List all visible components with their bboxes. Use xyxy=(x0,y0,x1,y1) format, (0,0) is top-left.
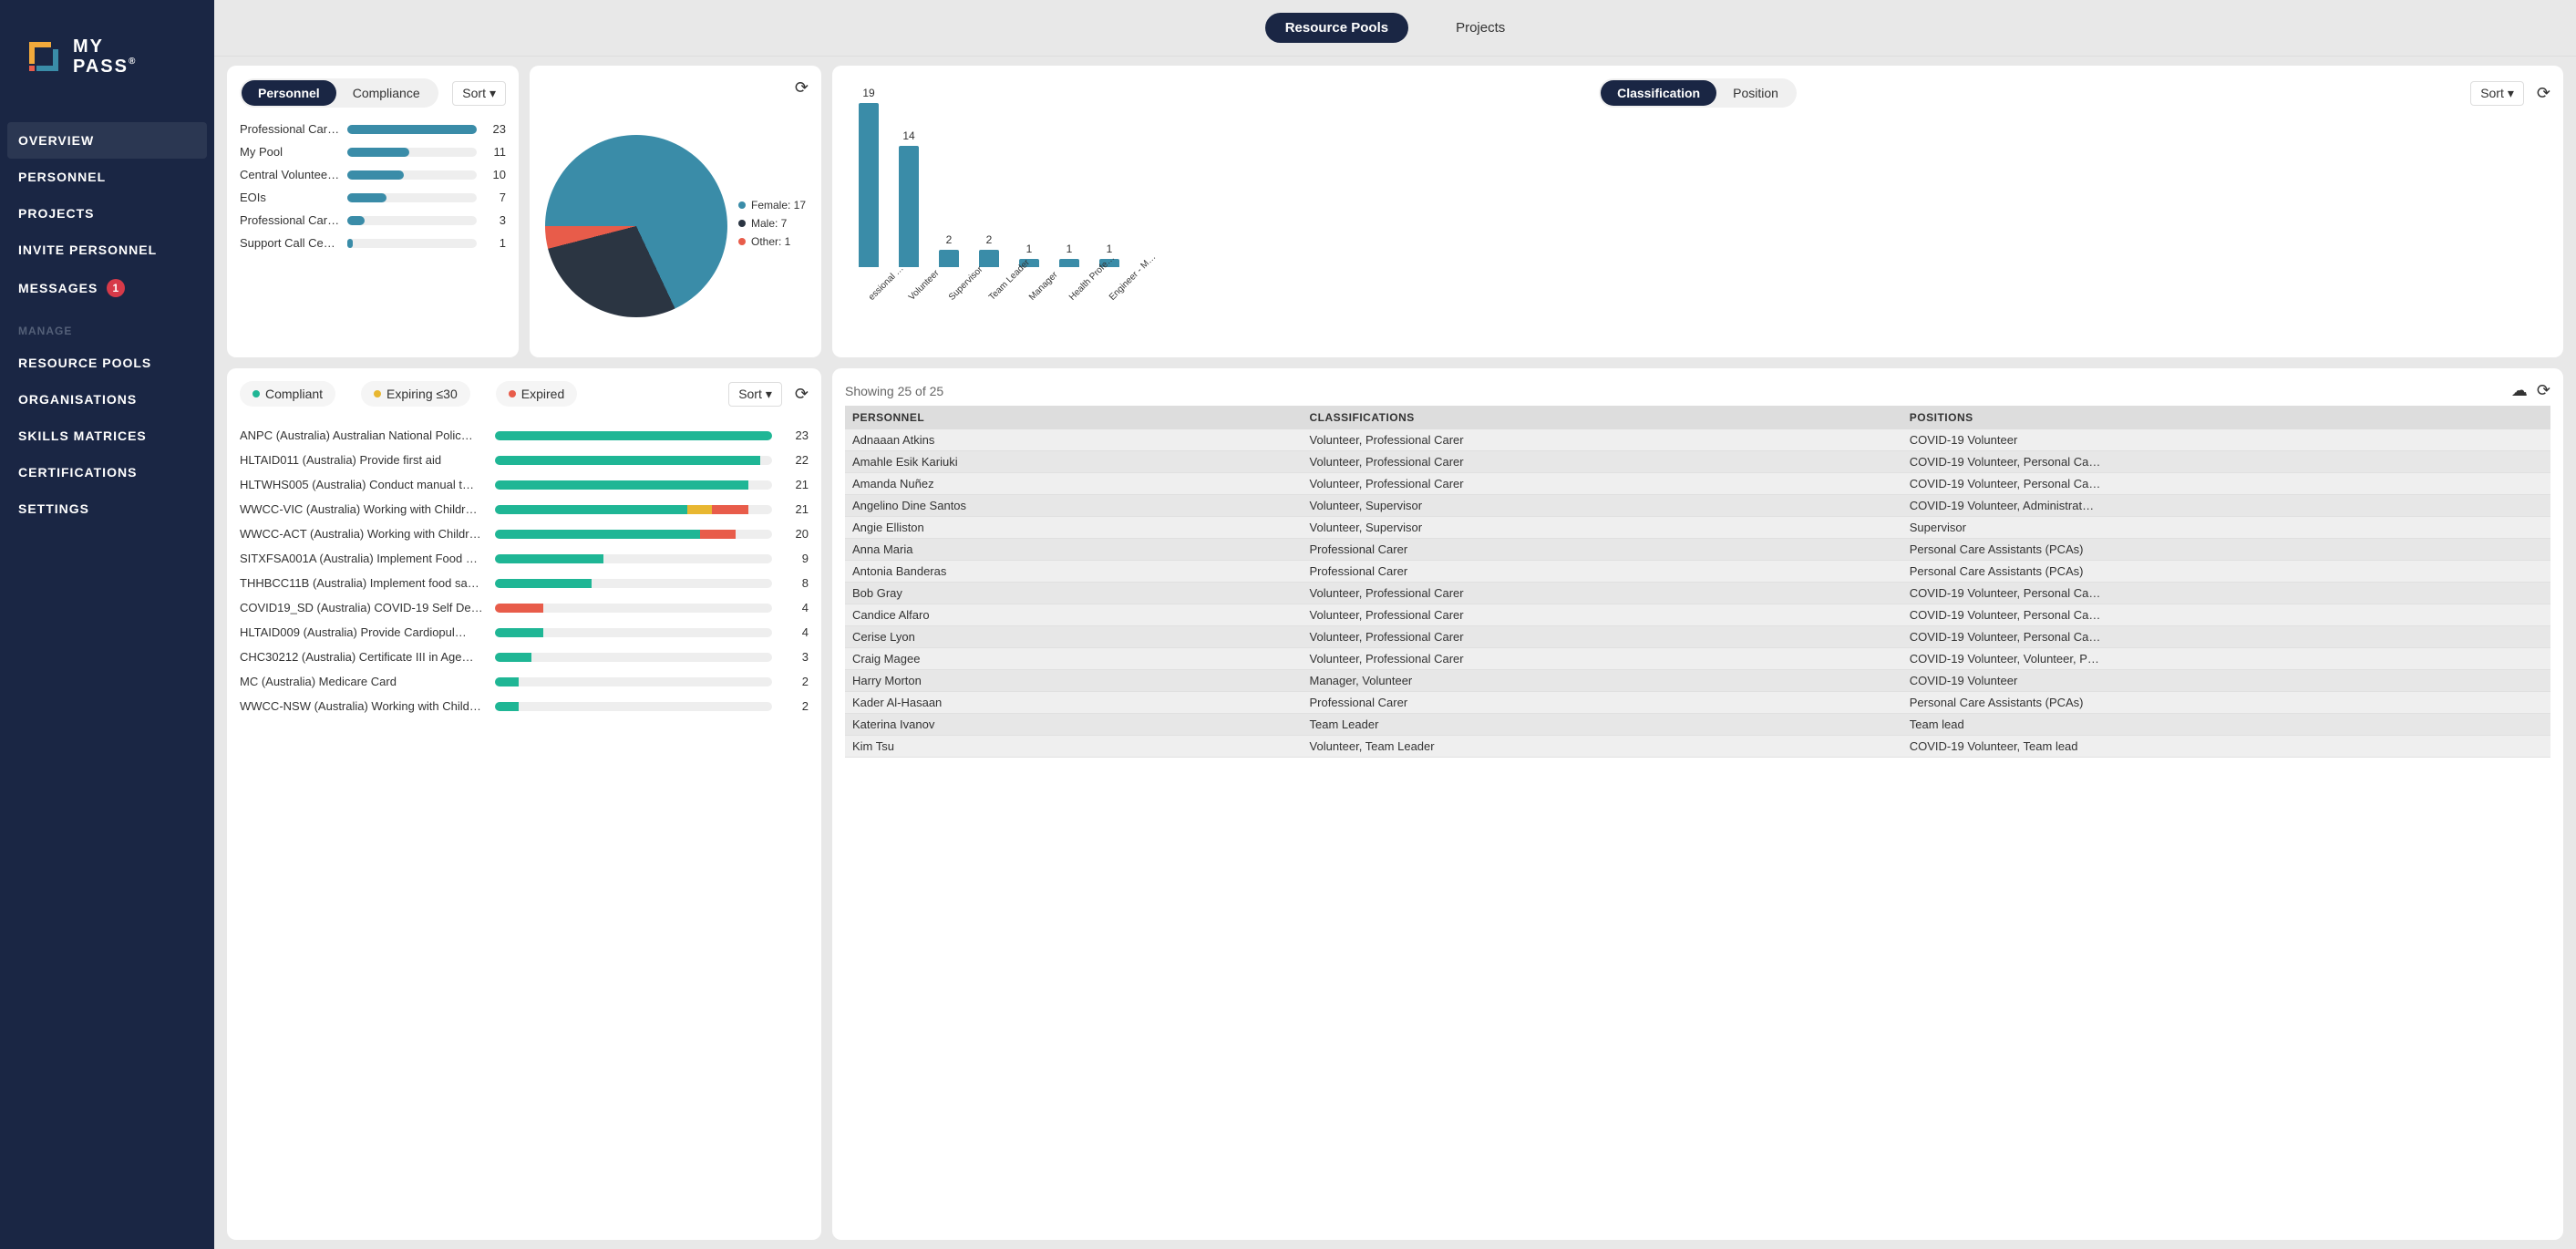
nav-resource-pools[interactable]: RESOURCE POOLS xyxy=(0,345,214,381)
nav-messages[interactable]: MESSAGES1 xyxy=(0,268,214,308)
topbar: Resource Pools Projects xyxy=(214,0,2576,57)
personnel-table: PERSONNELCLASSIFICATIONSPOSITIONS Adnaaa… xyxy=(845,406,2550,758)
pool-value: 10 xyxy=(484,168,506,181)
pool-row[interactable]: Support Call Ce… 1 xyxy=(240,236,506,250)
sort-button[interactable]: Sort▾ xyxy=(452,81,506,106)
pool-label: EOIs xyxy=(240,191,340,204)
compliance-row[interactable]: HLTAID009 (Australia) Provide Cardiopul…… xyxy=(240,620,809,645)
compliance-row[interactable]: THHBCC11B (Australia) Implement food sa…… xyxy=(240,571,809,595)
tab-projects[interactable]: Projects xyxy=(1436,13,1525,43)
refresh-icon[interactable]: ⟳ xyxy=(795,385,809,404)
col-classifications[interactable]: CLASSIFICATIONS xyxy=(1303,406,1902,429)
toggle-compliance[interactable]: Compliance xyxy=(336,80,437,106)
compliance-row[interactable]: WWCC-NSW (Australia) Working with Child…… xyxy=(240,694,809,718)
nav-skills-matrices[interactable]: SKILLS MATRICES xyxy=(0,418,214,454)
col-personnel[interactable]: PERSONNEL xyxy=(845,406,1303,429)
logo-icon xyxy=(26,38,62,75)
legend-item: Female: 17 xyxy=(738,199,806,212)
pool-label: Central Voluntee… xyxy=(240,168,340,181)
nav-organisations[interactable]: ORGANISATIONS xyxy=(0,381,214,418)
nav-projects[interactable]: PROJECTS xyxy=(0,195,214,232)
col-positions[interactable]: POSITIONS xyxy=(1902,406,2550,429)
nav-section-manage: MANAGE xyxy=(0,308,214,345)
chevron-down-icon: ▾ xyxy=(766,387,772,402)
nav-overview[interactable]: OVERVIEW xyxy=(7,122,207,159)
card-compliance: Compliant Expiring ≤30 Expired Sort▾ ⟳ A… xyxy=(227,368,821,1240)
legend-item: Other: 1 xyxy=(738,235,806,248)
download-icon[interactable]: ☁ xyxy=(2511,381,2528,400)
legend-compliant: Compliant xyxy=(240,381,335,407)
legend-expired: Expired xyxy=(496,381,577,407)
nav-settings[interactable]: SETTINGS xyxy=(0,490,214,527)
pool-value: 23 xyxy=(484,122,506,136)
pool-value: 1 xyxy=(484,236,506,250)
sidebar: MY PASS® OVERVIEWPERSONNELPROJECTSINVITE… xyxy=(0,0,214,1249)
compliance-row[interactable]: HLTAID011 (Australia) Provide first aid2… xyxy=(240,448,809,472)
bar-col: 2Supervisor xyxy=(934,233,963,299)
refresh-icon[interactable]: ⟳ xyxy=(2537,381,2550,400)
table-row[interactable]: Angelino Dine SantosVolunteer, Superviso… xyxy=(845,495,2550,517)
table-row[interactable]: Adnaaan AtkinsVolunteer, Professional Ca… xyxy=(845,429,2550,451)
pool-row[interactable]: Professional Car… 3 xyxy=(240,213,506,227)
bar-col: 1Health Profe… xyxy=(1055,243,1084,299)
logo: MY PASS® xyxy=(0,36,214,122)
sort-button[interactable]: Sort▾ xyxy=(728,382,782,407)
pool-row[interactable]: My Pool 11 xyxy=(240,145,506,159)
pool-label: Professional Car… xyxy=(240,122,340,136)
toggle-position[interactable]: Position xyxy=(1716,80,1795,106)
pool-label: My Pool xyxy=(240,145,340,159)
pool-value: 7 xyxy=(484,191,506,204)
table-row[interactable]: Cerise LyonVolunteer, Professional Carer… xyxy=(845,626,2550,648)
table-row[interactable]: Harry MortonManager, VolunteerCOVID-19 V… xyxy=(845,670,2550,692)
logo-text: MY PASS® xyxy=(73,36,137,77)
compliance-row[interactable]: WWCC-ACT (Australia) Working with Childr… xyxy=(240,521,809,546)
refresh-icon[interactable]: ⟳ xyxy=(2537,84,2550,103)
card-gender: ⟳ Female: 17 Male: 7 Other: 1 xyxy=(530,66,821,357)
pool-label: Professional Car… xyxy=(240,213,340,227)
compliance-row[interactable]: MC (Australia) Medicare Card2 xyxy=(240,669,809,694)
toggle-personnel[interactable]: Personnel xyxy=(242,80,336,106)
table-row[interactable]: Bob GrayVolunteer, Professional CarerCOV… xyxy=(845,583,2550,604)
table-row[interactable]: Amanda NuñezVolunteer, Professional Care… xyxy=(845,473,2550,495)
chevron-down-icon: ▾ xyxy=(2508,86,2514,101)
table-row[interactable]: Amahle Esik KariukiVolunteer, Profession… xyxy=(845,451,2550,473)
table-row[interactable]: Kim TsuVolunteer, Team LeaderCOVID-19 Vo… xyxy=(845,736,2550,758)
badge: 1 xyxy=(107,279,125,297)
table-row[interactable]: Anna MariaProfessional CarerPersonal Car… xyxy=(845,539,2550,561)
compliance-row[interactable]: HLTWHS005 (Australia) Conduct manual t…2… xyxy=(240,472,809,497)
compliance-row[interactable]: SITXFSA001A (Australia) Implement Food …… xyxy=(240,546,809,571)
table-row[interactable]: Kader Al-HasaanProfessional CarerPersona… xyxy=(845,692,2550,714)
pool-value: 11 xyxy=(484,145,506,159)
nav-personnel[interactable]: PERSONNEL xyxy=(0,159,214,195)
pool-row[interactable]: Professional Car… 23 xyxy=(240,122,506,136)
compliance-row[interactable]: COVID19_SD (Australia) COVID-19 Self De…… xyxy=(240,595,809,620)
pool-row[interactable]: EOIs 7 xyxy=(240,191,506,204)
pool-row[interactable]: Central Voluntee… 10 xyxy=(240,168,506,181)
card-personnel-pools: PersonnelCompliance Sort▾ Professional C… xyxy=(227,66,519,357)
compliance-row[interactable]: WWCC-VIC (Australia) Working with Childr… xyxy=(240,497,809,521)
legend-item: Male: 7 xyxy=(738,217,806,230)
compliance-row[interactable]: CHC30212 (Australia) Certificate III in … xyxy=(240,645,809,669)
nav-invite-personnel[interactable]: INVITE PERSONNEL xyxy=(0,232,214,268)
table-row[interactable]: Candice AlfaroVolunteer, Professional Ca… xyxy=(845,604,2550,626)
card-personnel-table: Showing 25 of 25 ☁ ⟳ PERSONNELCLASSIFICA… xyxy=(832,368,2563,1240)
nav-certifications[interactable]: CERTIFICATIONS xyxy=(0,454,214,490)
table-row[interactable]: Katerina IvanovTeam LeaderTeam lead xyxy=(845,714,2550,736)
pool-value: 3 xyxy=(484,213,506,227)
tab-resource-pools[interactable]: Resource Pools xyxy=(1265,13,1408,43)
pool-label: Support Call Ce… xyxy=(240,236,340,250)
card-classification: ClassificationPosition Sort▾ ⟳ 19essiona… xyxy=(832,66,2563,357)
refresh-icon[interactable]: ⟳ xyxy=(795,78,809,98)
table-row[interactable]: Antonia BanderasProfessional CarerPerson… xyxy=(845,561,2550,583)
pie-chart xyxy=(545,135,727,317)
chevron-down-icon: ▾ xyxy=(489,86,496,101)
showing-count: Showing 25 of 25 xyxy=(845,384,943,398)
toggle-classification[interactable]: Classification xyxy=(1601,80,1716,106)
sort-button[interactable]: Sort▾ xyxy=(2470,81,2524,106)
legend-expiring: Expiring ≤30 xyxy=(361,381,470,407)
bar-col: 19essional … xyxy=(854,87,883,299)
compliance-row[interactable]: ANPC (Australia) Australian National Pol… xyxy=(240,423,809,448)
table-row[interactable]: Angie EllistonVolunteer, SupervisorSuper… xyxy=(845,517,2550,539)
table-row[interactable]: Craig MageeVolunteer, Professional Carer… xyxy=(845,648,2550,670)
